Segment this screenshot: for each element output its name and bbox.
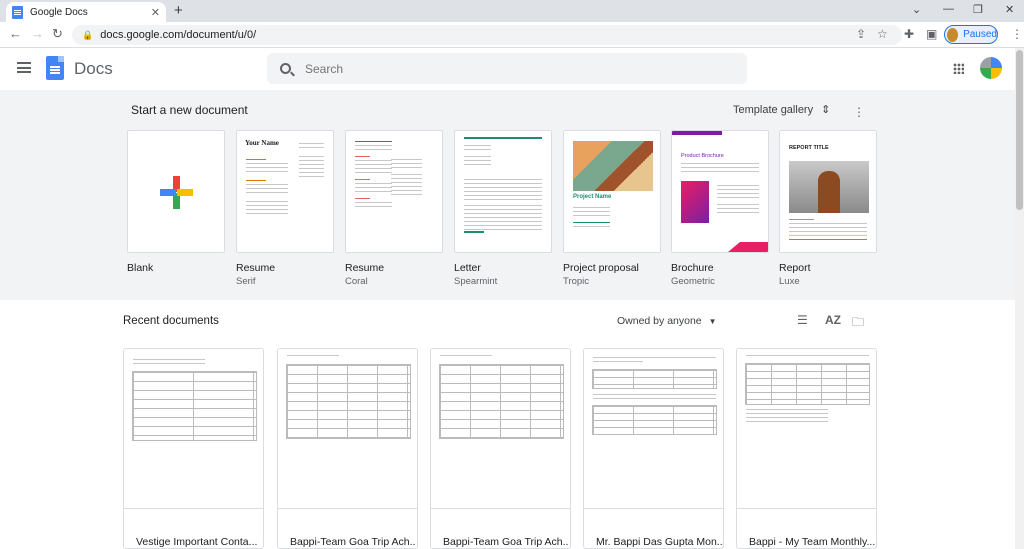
unfold-icon: ⇕ <box>821 104 831 116</box>
google-apps-icon[interactable] <box>953 63 964 74</box>
template-thumbnail[interactable] <box>127 130 225 253</box>
side-panel-icon[interactable]: ▣ <box>926 27 937 41</box>
document-name: Mr. Bappi Das Gupta Mon... <box>596 536 722 548</box>
back-arrow-icon[interactable]: ← <box>9 26 22 41</box>
extensions-puzzle-icon[interactable]: ✚ <box>904 27 914 41</box>
template-blank[interactable]: Blank <box>127 130 225 274</box>
template-section: Start a new document Template gallery ⇕ … <box>0 90 1015 300</box>
browser-tab-google-docs[interactable]: Google Docs ✕ <box>6 2 166 22</box>
template-subtitle: Coral <box>345 276 368 287</box>
new-tab-button[interactable]: + <box>174 2 183 19</box>
template-thumbnail[interactable]: REPORT TITLE <box>779 130 877 253</box>
template-report[interactable]: REPORT TITLE Report Luxe <box>779 130 877 287</box>
template-thumbnail[interactable]: Product Brochure <box>671 130 769 253</box>
profile-paused-button[interactable]: Paused <box>944 25 998 44</box>
template-name: Resume <box>345 262 385 274</box>
document-preview <box>431 349 570 509</box>
share-icon[interactable]: ⇪ <box>856 27 866 41</box>
template-subtitle: Spearmint <box>454 276 498 287</box>
document-name: Bappi-Team Goa Trip Ach... <box>290 536 416 548</box>
docs-favicon-icon <box>12 5 23 19</box>
document-name: Bappi-Team Goa Trip Ach... <box>443 536 569 548</box>
document-card[interactable]: Bappi-Team Goa Trip Ach... <box>277 348 418 549</box>
template-name: Project proposal <box>563 262 639 274</box>
profile-avatar <box>947 27 959 42</box>
template-resume-coral[interactable]: Resume Coral <box>345 130 443 287</box>
template-resume-serif[interactable]: Your Name Resume Serif <box>236 130 334 287</box>
thumb-title: REPORT TITLE <box>789 145 829 151</box>
tab-close-icon[interactable]: ✕ <box>151 6 160 19</box>
address-bar[interactable]: 🔒 docs.google.com/document/u/0/ <box>72 25 902 45</box>
template-subtitle: Luxe <box>779 276 800 287</box>
url-text: docs.google.com/document/u/0/ <box>100 29 257 41</box>
sort-az-icon[interactable]: AZ <box>825 313 841 327</box>
owner-filter-dropdown[interactable]: Owned by anyone ▼ <box>617 315 717 327</box>
search-icon[interactable] <box>280 63 291 74</box>
thumb-title: Your Name <box>245 139 279 147</box>
window-minimize-button[interactable]: — <box>943 3 954 15</box>
document-name: Bappi - My Team Monthly... <box>749 536 875 548</box>
template-name: Brochure <box>671 262 714 274</box>
template-name: Resume <box>236 262 276 274</box>
paused-label: Paused <box>963 29 997 40</box>
template-name: Report <box>779 262 811 274</box>
document-card[interactable]: Bappi-Team Goa Trip Ach... <box>430 348 571 549</box>
template-subtitle: Geometric <box>671 276 715 287</box>
document-preview <box>584 349 723 509</box>
reload-icon[interactable]: ↻ <box>52 26 63 42</box>
list-view-icon[interactable]: ☰ <box>797 313 808 327</box>
browser-toolbar: ← → ↻ 🔒 docs.google.com/document/u/0/ ⇪ … <box>0 22 1024 48</box>
template-brochure[interactable]: Product Brochure Brochure Geometric <box>671 130 769 287</box>
page-scrollbar[interactable] <box>1015 48 1024 549</box>
document-card[interactable]: Bappi - My Team Monthly... <box>736 348 877 549</box>
tab-title: Google Docs <box>30 6 88 18</box>
search-input[interactable] <box>305 61 705 76</box>
template-gallery-button[interactable]: Template gallery ⇕ <box>733 103 831 117</box>
docs-header: Docs <box>0 48 1024 90</box>
template-thumbnail[interactable] <box>454 130 552 253</box>
template-subtitle: Tropic <box>563 276 590 287</box>
app-title[interactable]: Docs <box>74 59 113 79</box>
template-name: Blank <box>127 262 154 274</box>
template-thumbnail[interactable]: Project Name <box>563 130 661 253</box>
recent-documents-heading: Recent documents <box>123 315 219 327</box>
search-box[interactable] <box>267 53 747 84</box>
plus-icon <box>160 176 193 209</box>
start-new-heading: Start a new document <box>131 103 248 117</box>
main-menu-icon[interactable] <box>17 62 31 73</box>
document-card[interactable]: Vestige Important Conta... <box>123 348 264 549</box>
tab-search-icon[interactable]: ⌄ <box>912 3 921 16</box>
browser-menu-icon[interactable]: ⋮ <box>1011 27 1023 41</box>
folder-picker-icon[interactable]: 🗀 <box>852 313 864 334</box>
browser-tabstrip: Google Docs ✕ + ⌄ — ❐ ✕ <box>0 0 1024 22</box>
template-thumbnail[interactable] <box>345 130 443 253</box>
window-restore-button[interactable]: ❐ <box>973 3 983 16</box>
template-thumbnail[interactable]: Your Name <box>236 130 334 253</box>
document-preview <box>124 349 263 509</box>
document-name: Vestige Important Conta... <box>136 536 258 548</box>
template-letter[interactable]: Letter Spearmint <box>454 130 552 287</box>
document-preview <box>737 349 876 509</box>
document-card[interactable]: Mr. Bappi Das Gupta Mon... <box>583 348 724 549</box>
docs-logo-icon[interactable] <box>46 56 64 80</box>
window-close-button[interactable]: ✕ <box>1005 3 1014 16</box>
lock-icon: 🔒 <box>82 29 94 40</box>
template-project-proposal[interactable]: Project Name Project proposal Tropic <box>563 130 661 287</box>
template-subtitle: Serif <box>236 276 256 287</box>
thumb-title: Project Name <box>573 194 612 200</box>
thumb-title: Product Brochure <box>681 153 724 159</box>
dropdown-arrow-icon: ▼ <box>708 317 717 326</box>
template-gallery-label: Template gallery <box>733 103 814 116</box>
more-options-icon[interactable]: ⋮ <box>853 105 865 119</box>
bookmark-star-icon[interactable]: ☆ <box>877 27 888 41</box>
account-avatar[interactable] <box>980 57 1002 79</box>
owner-filter-label: Owned by anyone <box>617 315 702 327</box>
document-preview <box>278 349 417 509</box>
scrollbar-thumb[interactable] <box>1016 50 1023 210</box>
forward-arrow-icon[interactable]: → <box>31 26 44 41</box>
template-name: Letter <box>454 262 481 274</box>
